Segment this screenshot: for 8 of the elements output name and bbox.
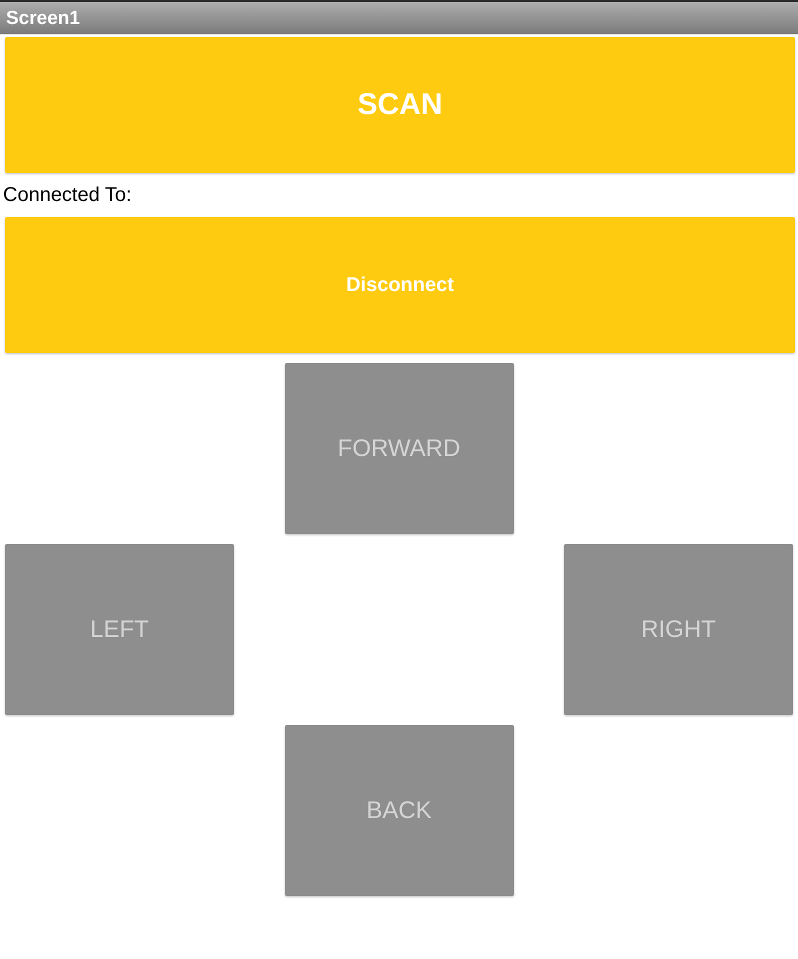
scan-button[interactable]: SCAN xyxy=(5,37,795,173)
direction-button[interactable]: RIGHT xyxy=(564,544,793,715)
connection-label: Connected To: xyxy=(3,184,132,206)
direction-button[interactable]: LEFT xyxy=(5,544,234,715)
disconnect-button[interactable]: Disconnect xyxy=(5,217,795,353)
screen-title: Screen1 xyxy=(6,8,80,28)
direction-button[interactable]: FORWARD xyxy=(284,363,514,534)
direction-button[interactable]: BACK xyxy=(284,725,514,896)
